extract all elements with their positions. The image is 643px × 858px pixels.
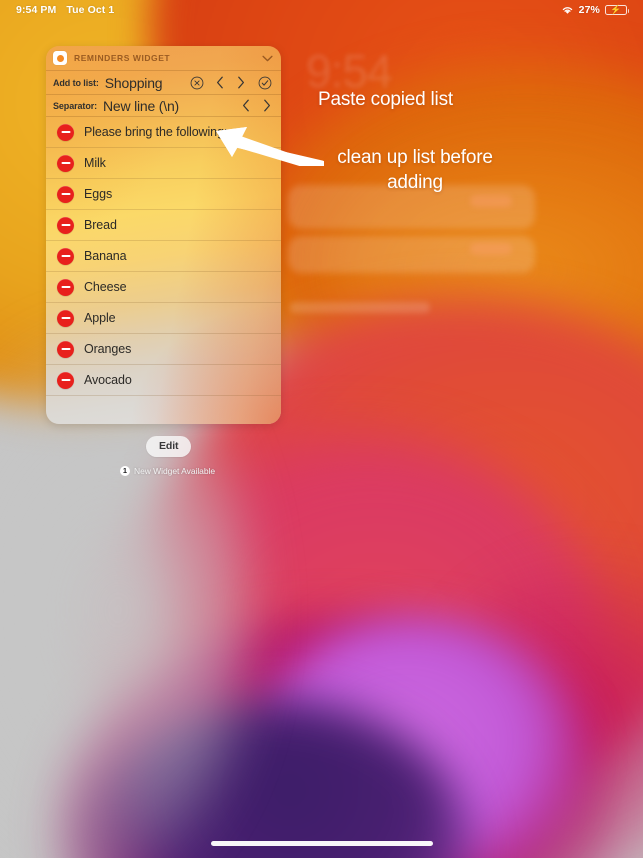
list-item-label: Avocado <box>84 373 132 387</box>
list-item[interactable]: Bread <box>46 210 281 241</box>
blurred-background-text <box>290 302 430 313</box>
annotation-paste-copied-list: Paste copied list <box>318 89 453 110</box>
status-date: Tue Oct 1 <box>66 4 115 16</box>
list-item[interactable]: Cheese <box>46 272 281 303</box>
minus-circle-icon[interactable] <box>57 123 74 141</box>
separator-value[interactable]: New line (\n) <box>103 98 235 114</box>
check-circle-icon[interactable] <box>257 75 272 90</box>
clear-circle-icon[interactable] <box>189 75 204 90</box>
chevron-down-icon[interactable] <box>262 53 273 64</box>
list-item[interactable]: Banana <box>46 241 281 272</box>
separator-chevron-left-icon[interactable] <box>241 98 251 113</box>
battery-percent-label: 27% <box>578 4 600 16</box>
list-item-label: Oranges <box>84 342 132 356</box>
minus-circle-icon[interactable] <box>57 371 74 389</box>
home-indicator[interactable] <box>210 841 433 846</box>
minus-circle-icon[interactable] <box>57 185 74 203</box>
new-widget-label: New Widget Available <box>134 466 216 476</box>
list-item[interactable]: Avocado <box>46 365 281 396</box>
separator-label: Separator: <box>53 100 98 111</box>
status-bar: 9:54 PM Tue Oct 1 27% ⚡ <box>0 0 643 20</box>
blurred-background-pill <box>470 243 512 255</box>
widget-title: REMINDERS WIDGET <box>74 53 171 63</box>
minus-circle-icon[interactable] <box>57 216 74 234</box>
minus-circle-icon[interactable] <box>57 340 74 358</box>
status-time: 9:54 PM <box>16 4 57 16</box>
minus-circle-icon[interactable] <box>57 154 74 172</box>
chevron-right-icon[interactable] <box>236 75 246 90</box>
add-to-list-label: Add to list: <box>53 77 99 88</box>
add-to-list-row[interactable]: Add to list: Shopping <box>46 71 281 95</box>
list-item[interactable]: Oranges <box>46 334 281 365</box>
chevron-left-icon[interactable] <box>215 75 225 90</box>
list-item-label: Cheese <box>84 280 127 294</box>
separator-row[interactable]: Separator: New line (\n) <box>46 95 281 117</box>
list-item[interactable]: Apple <box>46 303 281 334</box>
widget-header: REMINDERS WIDGET <box>46 46 281 71</box>
list-item-label: Apple <box>84 311 116 325</box>
minus-circle-icon[interactable] <box>57 309 74 327</box>
ipad-screen: 9:54 9:54 PM Tue Oct 1 27% ⚡ REMINDERS W… <box>0 0 643 858</box>
list-item-label: Eggs <box>84 187 113 201</box>
list-item-label: Banana <box>84 249 127 263</box>
reminders-app-icon <box>53 51 67 65</box>
new-widget-available[interactable]: 1 New Widget Available <box>120 466 215 476</box>
new-widget-badge: 1 <box>120 466 130 476</box>
list-item[interactable]: Eggs <box>46 179 281 210</box>
list-empty-row <box>46 396 281 424</box>
arrow-pointer-icon <box>216 127 324 166</box>
add-to-list-value[interactable]: Shopping <box>105 75 183 91</box>
wifi-icon <box>561 5 574 15</box>
blurred-background-pill <box>470 195 512 207</box>
list-item-label: Please bring the following: <box>84 125 228 139</box>
reminders-widget-card[interactable]: REMINDERS WIDGET Add to list: Shopping S… <box>46 46 281 424</box>
separator-chevron-right-icon[interactable] <box>262 98 272 113</box>
minus-circle-icon[interactable] <box>57 247 74 265</box>
edit-button[interactable]: Edit <box>146 436 192 457</box>
list-item-label: Milk <box>84 156 106 170</box>
annotation-clean-up-list: clean up list before adding <box>337 147 493 193</box>
list-item-label: Bread <box>84 218 117 232</box>
battery-charging-icon: ⚡ <box>605 5 629 15</box>
minus-circle-icon[interactable] <box>57 278 74 296</box>
